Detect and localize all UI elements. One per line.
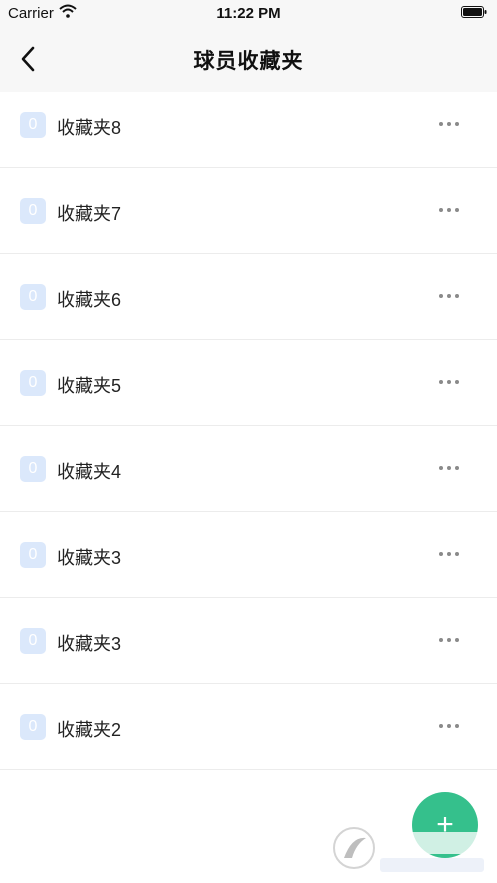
folder-label: 收藏夹7 [57, 204, 122, 224]
more-horizontal-icon[interactable] [439, 378, 459, 386]
folder-list: 0 收藏夹8 0 收藏夹7 0 收藏夹6 0 收藏夹5 0 收藏夹4 0 收藏夹… [0, 82, 497, 770]
page-title: 球员收藏夹 [193, 50, 304, 73]
more-horizontal-icon[interactable] [439, 550, 459, 558]
more-horizontal-icon[interactable] [439, 292, 459, 300]
folder-label: 收藏夹2 [57, 720, 122, 740]
count-badge: 0 [20, 714, 46, 740]
count-badge: 0 [20, 456, 46, 482]
list-item[interactable]: 0 收藏夹4 [0, 426, 497, 512]
list-item[interactable]: 0 收藏夹8 [0, 82, 497, 168]
more-horizontal-icon[interactable] [439, 464, 459, 472]
battery-icon [461, 6, 487, 18]
folder-label: 收藏夹3 [57, 548, 122, 568]
folder-label: 收藏夹3 [57, 634, 122, 654]
list-item[interactable]: 0 收藏夹2 [0, 684, 497, 770]
folder-label: 收藏夹6 [57, 290, 122, 310]
status-bar: Carrier 11:22 PM [0, 0, 497, 26]
list-item[interactable]: 0 收藏夹3 [0, 598, 497, 684]
count-badge: 0 [20, 628, 46, 654]
folder-label: 收藏夹5 [57, 376, 122, 396]
more-horizontal-icon[interactable] [439, 636, 459, 644]
more-horizontal-icon[interactable] [439, 206, 459, 214]
folder-label: 收藏夹8 [57, 118, 122, 138]
more-horizontal-icon[interactable] [439, 722, 459, 730]
more-horizontal-icon[interactable] [439, 120, 459, 128]
folder-label: 收藏夹4 [57, 462, 122, 482]
count-badge: 0 [20, 370, 46, 396]
status-time: 11:22 PM [216, 5, 281, 22]
count-badge: 0 [20, 112, 46, 138]
list-item[interactable]: 0 收藏夹6 [0, 254, 497, 340]
list-item[interactable]: 0 收藏夹5 [0, 340, 497, 426]
watermark-logo [333, 827, 484, 872]
count-badge: 0 [20, 198, 46, 224]
count-badge: 0 [20, 542, 46, 568]
list-item[interactable]: 0 收藏夹3 [0, 512, 497, 598]
list-item[interactable]: 0 收藏夹7 [0, 168, 497, 254]
count-badge: 0 [20, 284, 46, 310]
